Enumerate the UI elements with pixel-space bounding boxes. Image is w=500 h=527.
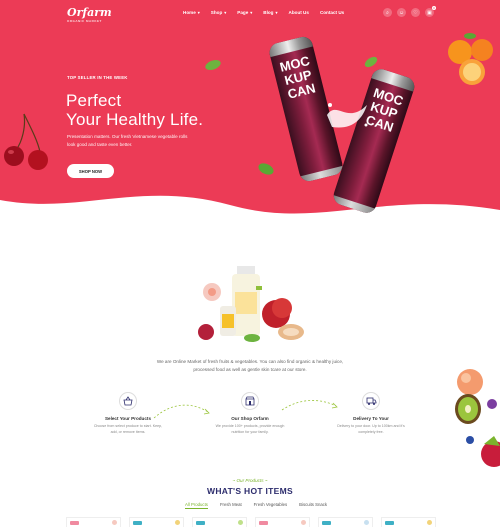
tab-fresh-vegetables[interactable]: Fresh Vegetables xyxy=(254,502,287,509)
brand-tagline: ORGANIC MARKET xyxy=(67,19,102,23)
basket-icon xyxy=(119,392,137,410)
header-actions: ⌕ ☺ ♡ ▣ 0 xyxy=(383,6,436,17)
product-thumbnail xyxy=(238,520,243,525)
oranges-image xyxy=(448,33,493,85)
sale-badge xyxy=(385,521,394,525)
menu-item-home[interactable]: Home ▾ xyxy=(183,10,200,15)
product-thumbnail xyxy=(112,520,117,525)
product-thumbnail xyxy=(427,520,432,525)
step-our-shop: Our Shop Orfarm We provide 100+ products… xyxy=(212,392,288,435)
step-description: Delivery to your door. Up to 100km and i… xyxy=(337,424,405,434)
tab-fresh-meat[interactable]: Fresh Meat xyxy=(220,502,242,509)
top-navigation: Orfarm ORGANIC MARKET Home ▾ Shop ▾ Page ▾ … xyxy=(0,0,500,26)
menu-label: Contact Us xyxy=(319,10,345,15)
chevron-down-icon: ▾ xyxy=(224,10,227,15)
chevron-down-icon: ▾ xyxy=(197,10,200,15)
menu-label: Blog xyxy=(263,10,274,15)
brand-name: Orfarm xyxy=(67,6,112,19)
cart-count-badge: 0 xyxy=(432,6,436,10)
chevron-down-icon: ▾ xyxy=(250,10,253,15)
step-select-products: Select Your Products Choose from select … xyxy=(90,392,166,435)
products-title: WHAT'S HOT ITEMS xyxy=(207,486,293,496)
product-card[interactable] xyxy=(381,517,436,527)
step-title: Delivery To Your xyxy=(353,416,389,421)
sale-badge xyxy=(196,521,205,525)
product-card[interactable] xyxy=(318,517,373,527)
hero-wave xyxy=(0,195,500,260)
cart-icon[interactable]: ▣ 0 xyxy=(425,6,436,17)
heart-icon[interactable]: ♡ xyxy=(411,8,420,17)
menu-item-page[interactable]: Page ▾ xyxy=(237,10,252,15)
product-tabs: All Products Fresh Meat Fresh Vegetables… xyxy=(185,502,327,509)
search-icon[interactable]: ⌕ xyxy=(383,8,392,17)
product-card[interactable] xyxy=(66,517,121,527)
headline-line-2: Your Healthy Life. xyxy=(66,110,204,129)
sale-badge xyxy=(259,521,268,525)
main-menu: Home ▾ Shop ▾ Page ▾ Blog ▾ About Us Contact… xyxy=(183,10,344,15)
step-delivery: Delivery To Your Delivery to your door. … xyxy=(333,392,409,435)
product-card[interactable] xyxy=(255,517,310,527)
menu-item-about[interactable]: About Us xyxy=(289,10,309,15)
cherries-image xyxy=(4,113,48,170)
tab-all-products[interactable]: All Products xyxy=(185,502,208,509)
product-card[interactable] xyxy=(192,517,247,527)
menu-label: Page xyxy=(237,10,249,15)
leaf-icon xyxy=(258,163,274,175)
menu-label: Home xyxy=(183,10,196,15)
product-grid xyxy=(66,517,436,527)
sale-badge xyxy=(70,521,79,525)
step-title: Select Your Products xyxy=(104,416,152,421)
menu-item-shop[interactable]: Shop ▾ xyxy=(211,10,227,15)
menu-label: Shop xyxy=(210,10,223,15)
chevron-down-icon: ▾ xyxy=(275,10,278,15)
hero-headline: Perfect Your Healthy Life. xyxy=(66,91,203,129)
logo[interactable]: Orfarm ORGANIC MARKET xyxy=(67,6,112,23)
hero-description: Presentation matters. Our fresh Vietname… xyxy=(67,134,188,147)
leaf-icon xyxy=(364,56,378,68)
product-card[interactable] xyxy=(129,517,184,527)
dashed-arrow-icon xyxy=(281,400,338,411)
product-thumbnail xyxy=(175,520,180,525)
hero-eyebrow: TOP SELLER IN THE WEEK xyxy=(67,75,128,80)
products-subtitle: ~ Our Products ~ xyxy=(232,478,268,483)
step-description: We provide 100+ products, provide enough… xyxy=(215,424,285,434)
headline-line-1: Perfect xyxy=(66,91,122,110)
shop-now-button[interactable]: SHOP NOW xyxy=(67,164,114,178)
page: Orfarm ORGANIC MARKET Home ▾ Shop ▾ Page ▾ … xyxy=(0,0,500,527)
product-thumbnail xyxy=(301,520,306,525)
user-icon[interactable]: ☺ xyxy=(397,8,406,17)
sale-badge xyxy=(133,521,142,525)
intro-text: We are Online Market of fresh fruits & v… xyxy=(156,359,344,372)
product-thumbnail xyxy=(364,520,369,525)
step-description: Choose from select produce to start. Kee… xyxy=(93,424,163,434)
menu-item-contact[interactable]: Contact Us xyxy=(320,10,344,15)
juice-splash-image xyxy=(327,103,368,128)
truck-icon xyxy=(362,392,380,410)
fruits-side-image xyxy=(455,369,500,467)
store-icon xyxy=(241,392,259,410)
menu-label: About Us xyxy=(288,10,309,15)
sale-badge xyxy=(322,521,331,525)
menu-item-blog[interactable]: Blog ▾ xyxy=(263,10,277,15)
step-title: Our Shop Orfarm xyxy=(231,416,269,421)
leaf-icon xyxy=(205,59,221,71)
can-label: MOC KUP CAN xyxy=(278,52,317,102)
products-illustration xyxy=(198,266,304,342)
how-it-works: Select Your Products Choose from select … xyxy=(90,392,430,452)
tab-biscuits-snack[interactable]: Biscuits Snack xyxy=(299,502,327,509)
